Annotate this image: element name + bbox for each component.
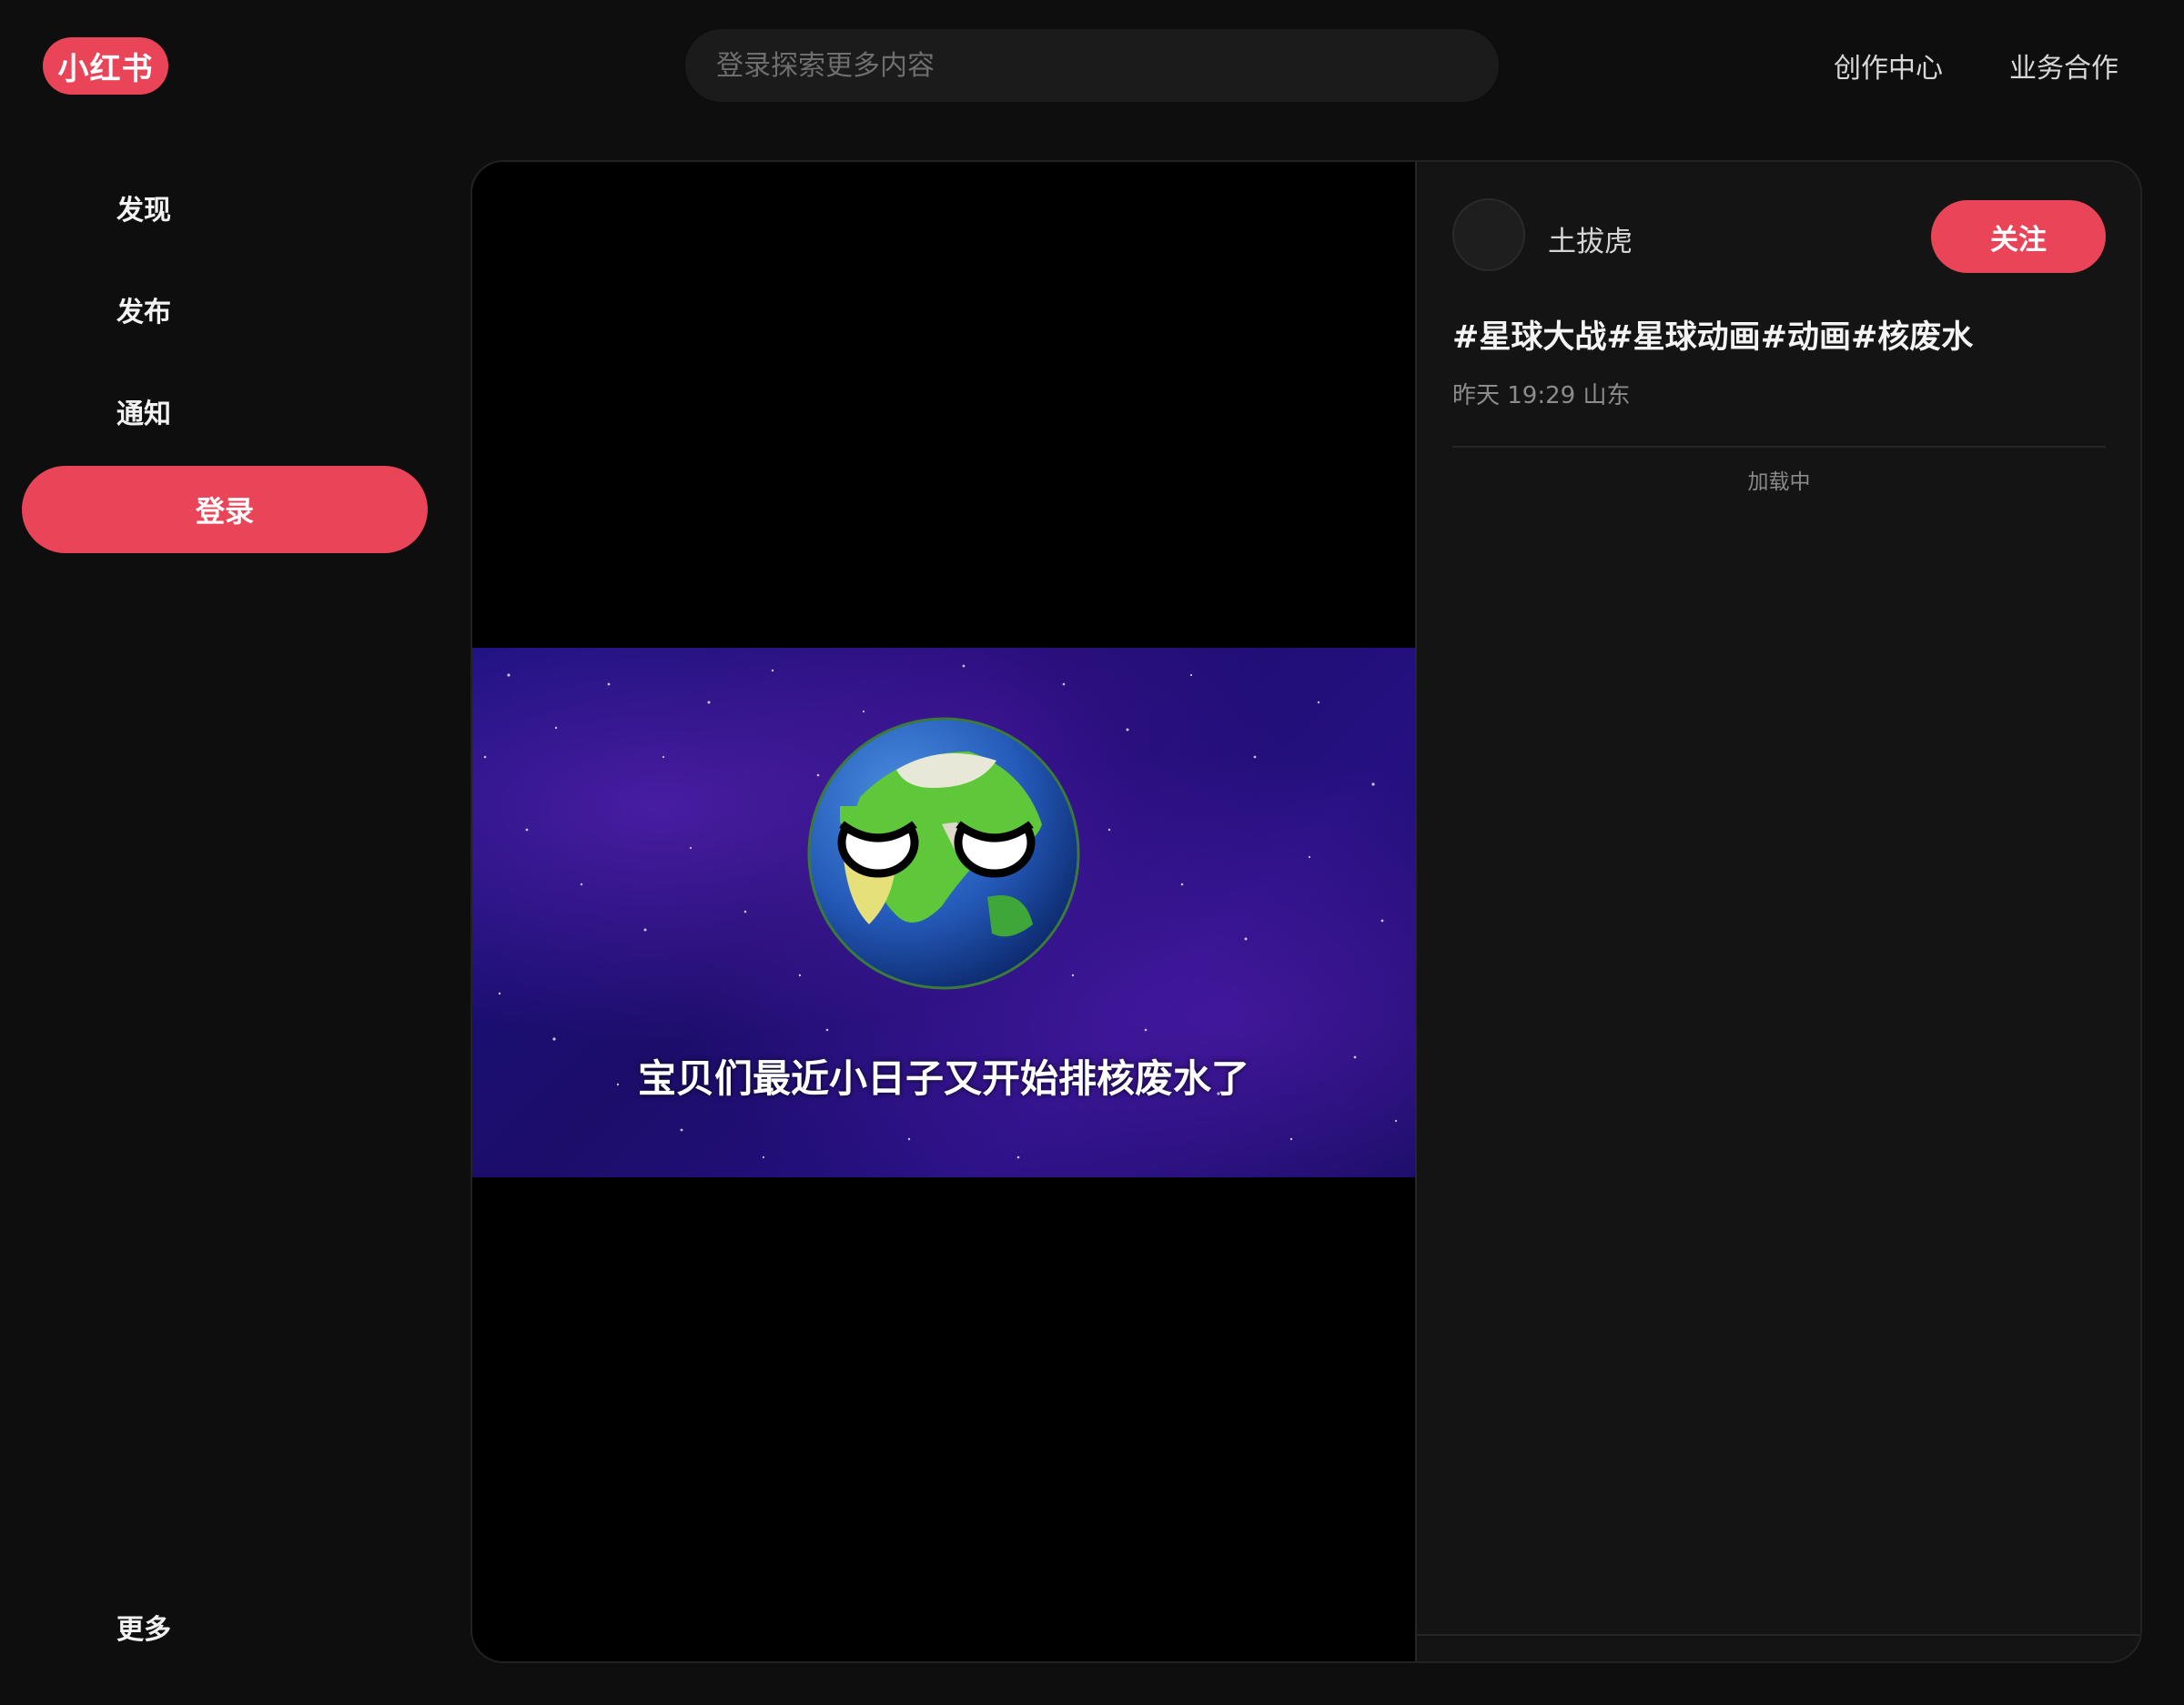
creator-center-link[interactable]: 创作中心 (1834, 45, 1943, 86)
panel-divider (1415, 162, 1417, 1661)
sidebar-item-more[interactable]: 更多 (116, 1607, 171, 1647)
note-title[interactable]: #星球大战#星球动画#动画#核废水 (1452, 311, 1973, 358)
xiaohongshu-logo[interactable]: 小红书 (43, 37, 168, 95)
sidebar-item-discover[interactable]: 发现 (116, 187, 171, 227)
author-name[interactable]: 土拔虎 (1548, 218, 1633, 259)
search-input[interactable] (685, 29, 1499, 102)
sidebar-item-publish[interactable]: 发布 (116, 289, 171, 329)
business-cooperation-link[interactable]: 业务合作 (2009, 45, 2118, 86)
sidebar-item-notifications[interactable]: 通知 (116, 391, 171, 431)
video-player[interactable]: 宝贝们最近小日子又开始排核废水了 (472, 162, 1415, 1661)
video-frame[interactable]: 宝贝们最近小日子又开始排核废水了 (472, 648, 1415, 1177)
video-subtitle: 宝贝们最近小日子又开始排核废水了 (637, 1056, 1249, 1101)
login-button[interactable]: 登录 (22, 466, 428, 553)
divider-bottom (1415, 1634, 2140, 1636)
earth-character-image (807, 717, 1080, 990)
divider (1452, 446, 2106, 448)
comments-loading: 加载中 (1747, 470, 1811, 494)
note-meta: 昨天 19:29 山东 (1452, 382, 1631, 409)
author-avatar[interactable] (1452, 198, 1525, 271)
note-detail-panel: 宝贝们最近小日子又开始排核废水了 土拔虎 关注 #星球大战#星球动画#动画#核废… (470, 160, 2142, 1663)
follow-button[interactable]: 关注 (1931, 200, 2106, 273)
